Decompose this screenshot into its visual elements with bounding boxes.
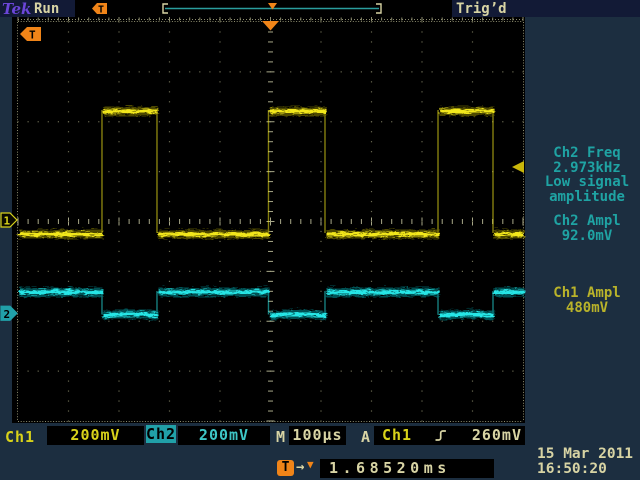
svg-text:1: 1 <box>4 215 11 228</box>
measurement-value: 2.973kHz <box>536 161 638 176</box>
measurement-label: Ch1 Ampl <box>536 286 638 301</box>
rising-edge-icon <box>434 428 448 443</box>
delay-trigger-icon: T <box>277 460 294 476</box>
measurement-ch1-ampl: Ch1 Ampl 480mV <box>536 286 638 315</box>
date-readout: 15 Mar 2011 <box>537 447 640 462</box>
trigger-level: 260mV <box>472 426 522 445</box>
timebase-label: M <box>276 428 286 446</box>
delay-time-readout: 1.68520ms <box>320 459 494 478</box>
measurement-value: 480mV <box>536 301 638 316</box>
delay-arrow-icon: → <box>296 459 304 475</box>
tek-logo: Tek <box>2 0 31 18</box>
measurement-value: 92.0mV <box>536 229 638 244</box>
measurement-warning: amplitude <box>536 190 638 205</box>
oscilloscope-screen: Tek Run T Trig’d 12T Ch <box>0 0 640 480</box>
trigger-a-label: A <box>361 428 371 446</box>
delay-marker-icon: ▼ <box>307 458 314 471</box>
measurement-warning: Low signal <box>536 175 638 190</box>
time-readout: 16:50:20 <box>537 462 640 477</box>
trigger-flag-label: T <box>98 5 104 16</box>
ch1-scale-readout: 200mV <box>47 426 144 445</box>
trigger-source: Ch1 <box>382 426 412 445</box>
measurement-ch2-freq: Ch2 Freq 2.973kHz Low signal amplitude <box>536 146 638 204</box>
datetime-readout: 15 Mar 2011 16:50:20 <box>537 447 640 477</box>
top-bar: Tek Run T Trig’d <box>0 0 640 17</box>
ch1-label: Ch1 <box>5 428 35 446</box>
acquisition-preview-graphic: T <box>75 0 452 17</box>
ch2-scale-readout: 200mV <box>178 426 270 445</box>
svg-text:2: 2 <box>4 308 11 321</box>
ch2-label-selected: Ch2 <box>146 425 176 443</box>
measurement-label: Ch2 Ampl <box>536 214 638 229</box>
trigger-status: Trig’d <box>456 1 507 17</box>
trigger-readout: Ch1 260mV <box>374 426 525 445</box>
acquisition-preview-strip: T <box>75 0 452 17</box>
measurement-ch2-ampl: Ch2 Ampl 92.0mV <box>536 214 638 243</box>
waveform-display-area <box>12 17 525 423</box>
timebase-readout: 100µs <box>289 426 346 445</box>
acquisition-status: Run <box>34 1 59 17</box>
measurement-label: Ch2 Freq <box>536 146 638 161</box>
